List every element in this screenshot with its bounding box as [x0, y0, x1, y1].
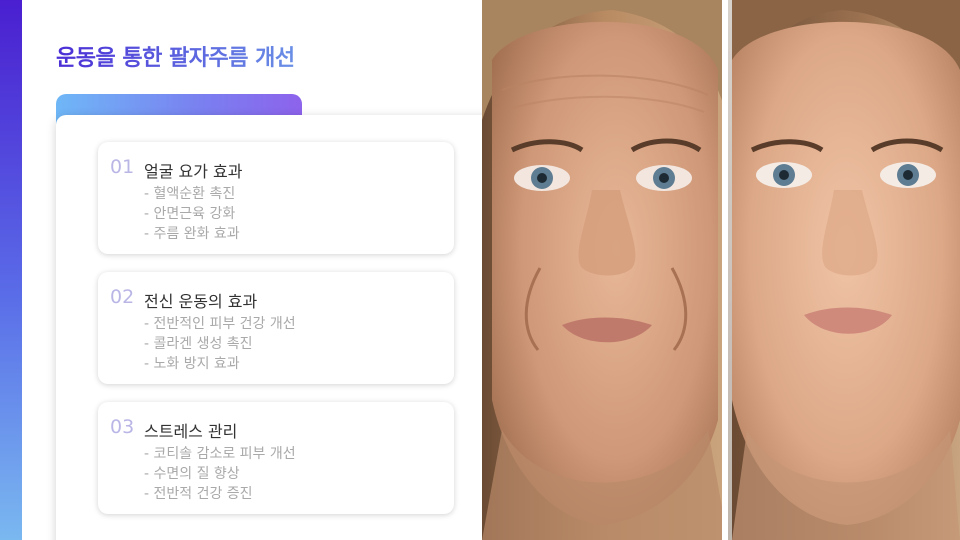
- item-detail-line: - 수면의 질 향상: [144, 466, 240, 482]
- item-details: - 코티솔 감소로 피부 개선 - 수면의 질 향상 - 전반적 건강 증진: [144, 444, 296, 504]
- face-after-image: [732, 0, 960, 540]
- item-number: 01: [110, 156, 135, 178]
- item-detail-line: - 전반적 건강 증진: [144, 486, 253, 502]
- left-accent-bar: [0, 0, 22, 540]
- item-details: - 전반적인 피부 건강 개선 - 콜라겐 생성 촉진 - 노화 방지 효과: [144, 314, 296, 374]
- item-title: 스트레스 관리: [144, 422, 238, 441]
- list-item-face-yoga: 01 얼굴 요가 효과 - 혈액순환 촉진 - 안면근육 강화 - 주름 완화 …: [98, 142, 454, 254]
- item-number: 02: [110, 286, 135, 308]
- face-before-image: [482, 0, 722, 540]
- list-item-full-body-exercise: 02 전신 운동의 효과 - 전반적인 피부 건강 개선 - 콜라겐 생성 촉진…: [98, 272, 454, 384]
- item-details: - 혈액순환 촉진 - 안면근육 강화 - 주름 완화 효과: [144, 184, 240, 244]
- item-detail-line: - 전반적인 피부 건강 개선: [144, 316, 296, 332]
- item-detail-line: - 코티솔 감소로 피부 개선: [144, 446, 296, 462]
- item-detail-line: - 혈액순환 촉진: [144, 186, 236, 202]
- slide-title: 운동을 통한 팔자주름 개선: [56, 40, 295, 72]
- item-detail-line: - 콜라겐 생성 촉진: [144, 336, 253, 352]
- item-detail-line: - 노화 방지 효과: [144, 356, 240, 372]
- item-detail-line: - 안면근육 강화: [144, 206, 236, 222]
- item-title: 전신 운동의 효과: [144, 292, 258, 311]
- item-title: 얼굴 요가 효과: [144, 162, 243, 181]
- item-detail-line: - 주름 완화 효과: [144, 226, 240, 242]
- list-item-stress-management: 03 스트레스 관리 - 코티솔 감소로 피부 개선 - 수면의 질 향상 - …: [98, 402, 454, 514]
- item-number: 03: [110, 416, 135, 438]
